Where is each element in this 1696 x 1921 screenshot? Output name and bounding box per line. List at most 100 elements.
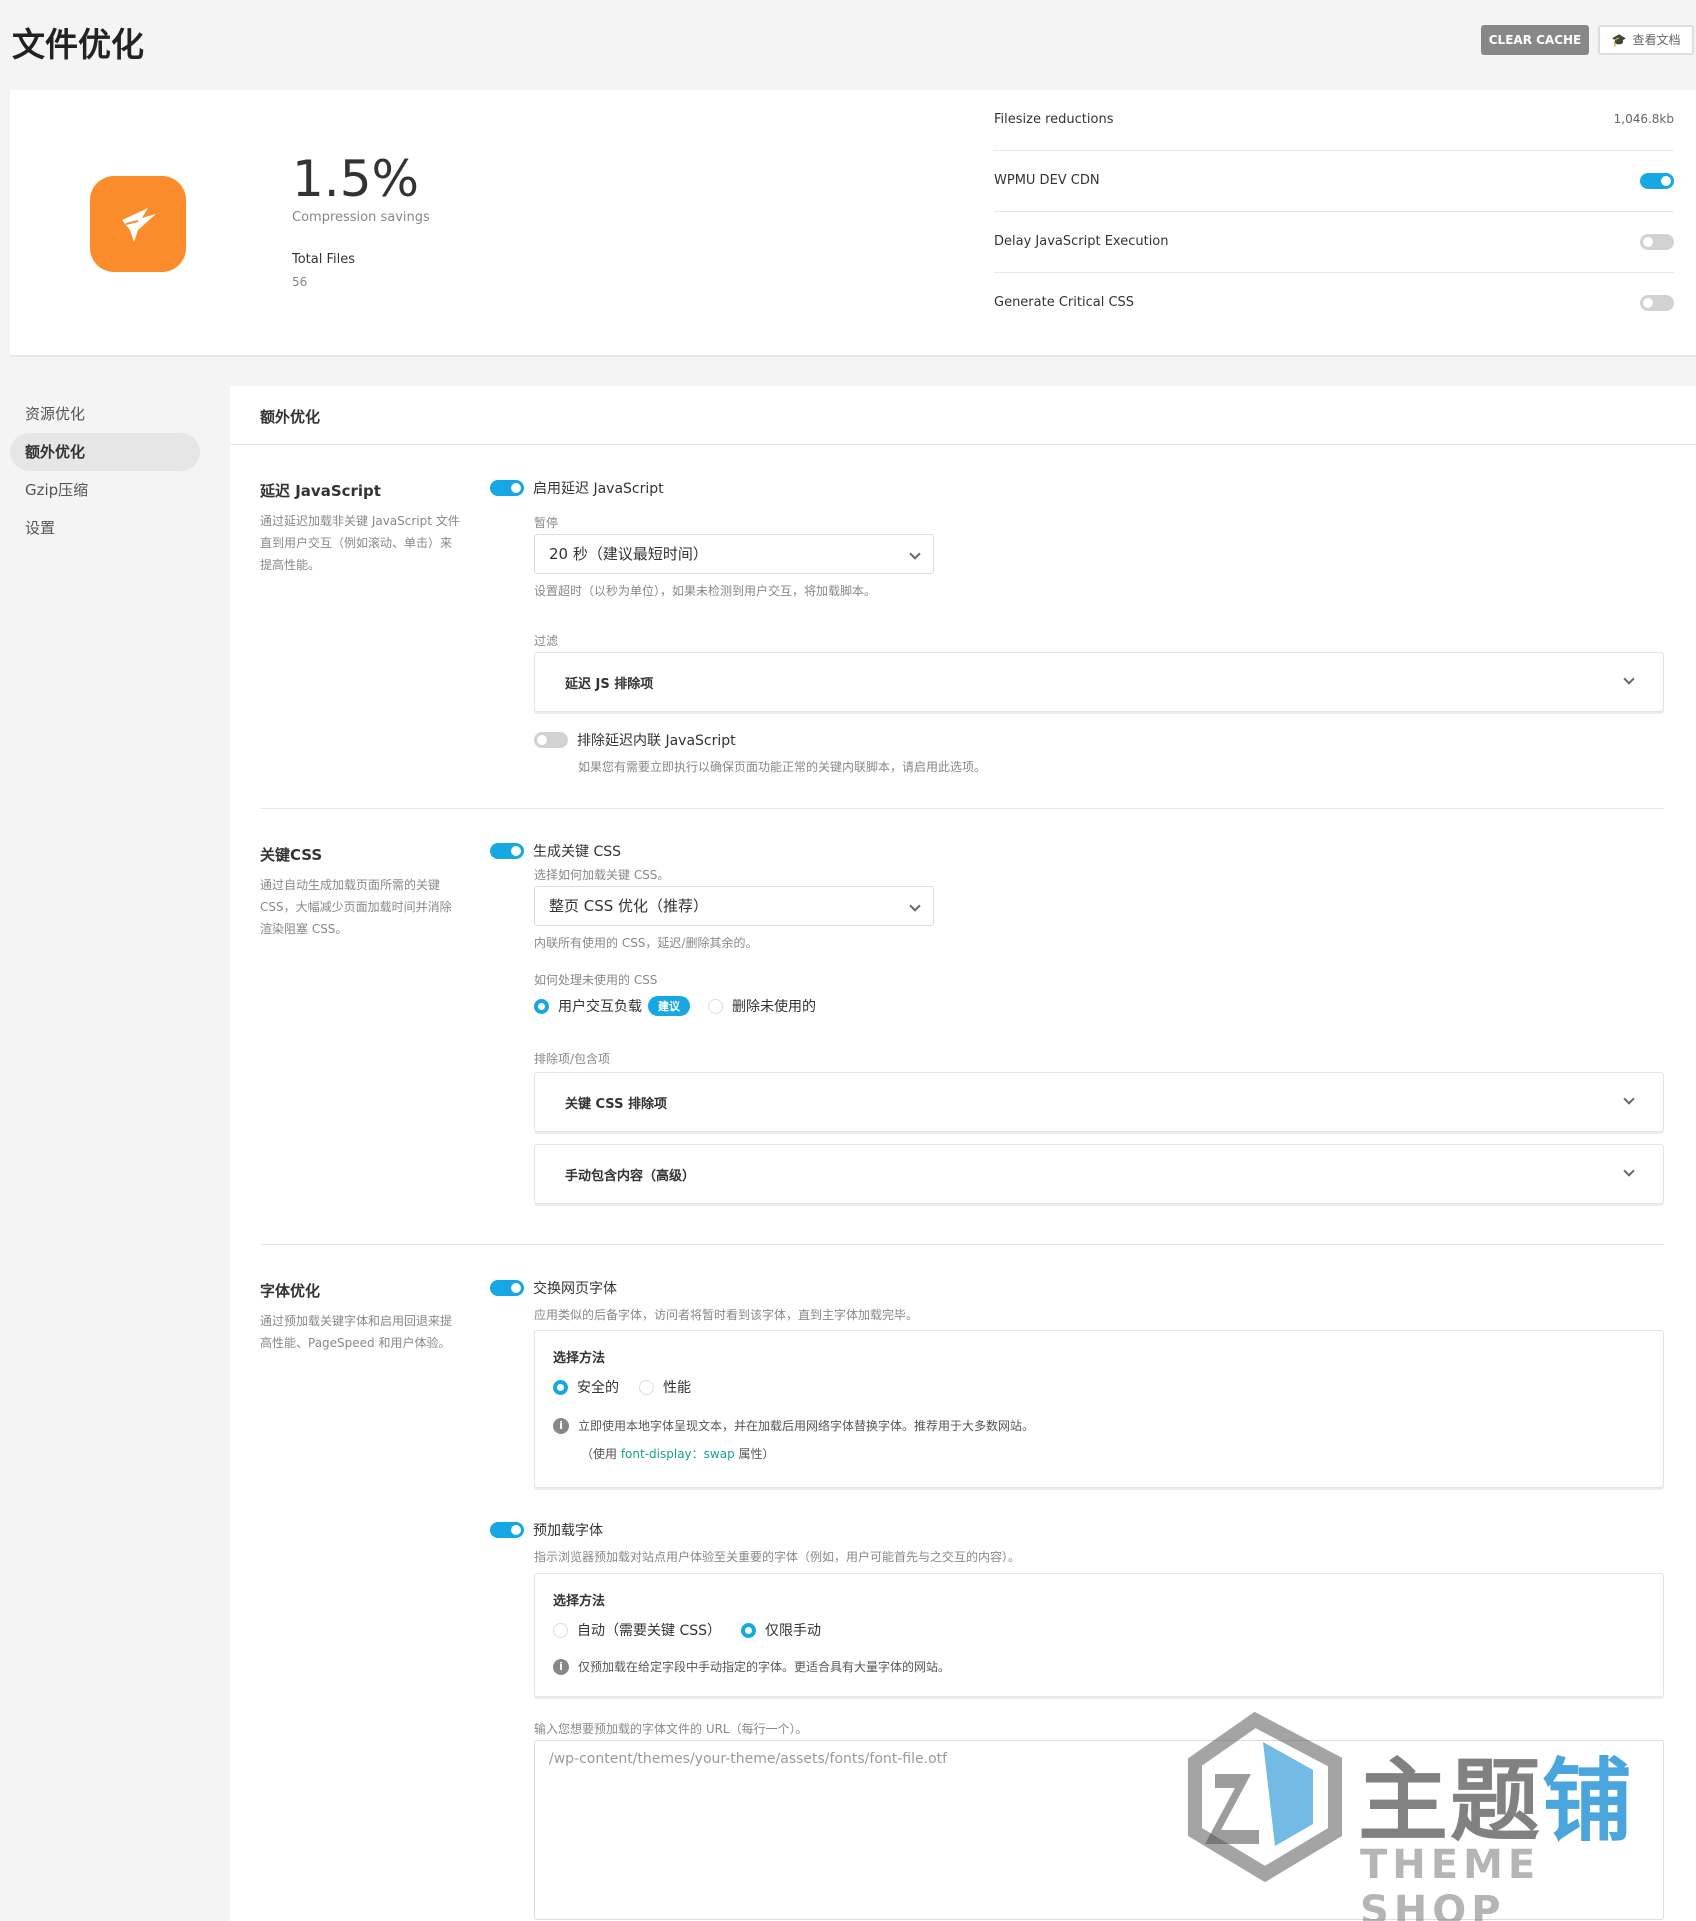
main-panel: 额外优化 延迟 JavaScript 通过延迟加载非关键 JavaScript …: [230, 386, 1696, 1921]
font-url-textarea[interactable]: /wp-content/themes/your-theme/assets/fon…: [534, 1740, 1664, 1920]
swap-info-code: font-display：swap: [620, 1447, 735, 1461]
filesize-value: 1,046.8kb: [1613, 112, 1674, 126]
divider: [260, 1244, 1664, 1245]
preload-method-heading: 选择方法: [553, 1594, 606, 1609]
recommended-badge: 建议: [648, 996, 690, 1016]
total-files-value: 56: [292, 275, 308, 289]
critical-css-toggle-row: 生成关键 CSS: [490, 841, 621, 861]
delay-js-title: 延迟 JavaScript: [260, 482, 381, 500]
cdn-label: WPMU DEV CDN: [994, 173, 1100, 188]
preload-method-radio-group: 自动（需要关键 CSS） 仅限手动: [553, 1620, 841, 1640]
delay-js-toggle-row: 启用延迟 JavaScript: [490, 478, 664, 498]
timeout-label: 暂停: [534, 516, 559, 530]
preload-info-row: i 仅预加载在给定字段中手动指定的字体。更适合具有大量字体的网站。: [553, 1658, 950, 1675]
unused-css-label: 如何处理未使用的 CSS: [534, 973, 658, 987]
radio-auto[interactable]: [553, 1622, 568, 1638]
manual-include-accordion[interactable]: 手动包含内容（高级）: [534, 1144, 1664, 1204]
accordion-label: 延迟 JS 排除项: [565, 677, 654, 692]
radio-remove-unused[interactable]: [708, 998, 723, 1014]
swap-fonts-toggle-label: 交换网页字体: [533, 1281, 617, 1297]
docs-button[interactable]: 🎓 查看文档: [1598, 25, 1694, 55]
unused-css-radio-group: 用户交互负载 建议 删除未使用的: [534, 996, 836, 1016]
summary-row-delay-js: Delay JavaScript Execution: [994, 212, 1674, 273]
compression-savings-label: Compression savings: [292, 210, 430, 225]
radio-manual-only-label: 仅限手动: [765, 1623, 821, 1639]
swap-fonts-toggle[interactable]: [490, 1280, 524, 1296]
radio-user-interaction-label: 用户交互负载: [558, 999, 642, 1015]
timeout-select[interactable]: 20 秒（建议最短时间）: [534, 534, 934, 574]
sidebar-item-gzip[interactable]: Gzip压缩: [10, 471, 200, 509]
delay-js-summary-toggle[interactable]: [1640, 234, 1674, 250]
swap-info-text: 立即使用本地字体呈现文本，并在加载后用网络字体替换字体。推荐用于大多数网站。: [578, 1419, 1035, 1433]
chevron-down-icon: [1623, 673, 1635, 685]
timeout-help: 设置超时（以秒为单位），如果未检测到用户交互，将加载脚本。: [534, 584, 877, 598]
hummingbird-logo-icon: [90, 176, 186, 272]
swap-info-prefix: （使用: [581, 1447, 621, 1461]
clear-cache-button[interactable]: CLEAR CACHE: [1481, 25, 1589, 55]
radio-auto-label: 自动（需要关键 CSS）: [577, 1623, 721, 1639]
graduation-cap-icon: 🎓: [1611, 33, 1627, 47]
delay-js-exclusions-accordion[interactable]: 延迟 JS 排除项: [534, 652, 1664, 712]
preload-fonts-toggle-row: 预加载字体: [490, 1520, 603, 1540]
delay-js-toggle[interactable]: [490, 480, 524, 496]
chevron-down-icon: [1623, 1165, 1635, 1177]
radio-safe-label: 安全的: [577, 1380, 619, 1396]
critical-css-title: 关键CSS: [260, 846, 323, 864]
fonts-desc: 通过预加载关键字体和启用回退来提高性能、PageSpeed 和用户体验。: [260, 1314, 453, 1350]
preload-fonts-toggle[interactable]: [490, 1522, 524, 1538]
sidebar-item-extra-optimization[interactable]: 额外优化: [10, 433, 200, 471]
info-icon: i: [553, 1417, 569, 1434]
exclusions-label: 排除项/包含项: [534, 1052, 611, 1066]
critical-css-select-help: 内联所有使用的 CSS，延迟/删除其余的。: [534, 936, 758, 950]
font-url-placeholder: /wp-content/themes/your-theme/assets/fon…: [549, 1751, 948, 1767]
radio-remove-unused-label: 删除未使用的: [732, 999, 816, 1015]
divider: [230, 444, 1696, 445]
critical-css-select[interactable]: 整页 CSS 优化（推荐）: [534, 886, 934, 926]
swap-fonts-help: 应用类似的后备字体，访问者将暂时看到该字体，直到主字体加载完毕。: [534, 1308, 919, 1322]
swap-info-code-line: （使用 font-display：swap 属性）: [581, 1445, 775, 1462]
radio-performance[interactable]: [639, 1379, 654, 1395]
inline-js-toggle-label: 排除延迟内联 JavaScript: [577, 733, 736, 749]
summary-row-cdn: WPMU DEV CDN: [994, 151, 1674, 212]
main-title: 额外优化: [260, 408, 321, 426]
filesize-label: Filesize reductions: [994, 112, 1114, 127]
fonts-title: 字体优化: [260, 1282, 321, 1300]
radio-manual-only[interactable]: [741, 1622, 756, 1638]
font-url-label: 输入您想要预加载的字体文件的 URL（每行一个）。: [534, 1722, 808, 1736]
chevron-down-icon: [909, 900, 921, 912]
cdn-toggle[interactable]: [1640, 173, 1674, 189]
sidebar-item-settings[interactable]: 设置: [10, 509, 200, 547]
critical-css-select-value: 整页 CSS 优化（推荐）: [549, 897, 709, 915]
swap-method-heading: 选择方法: [553, 1351, 606, 1366]
docs-button-label: 查看文档: [1632, 33, 1681, 47]
preload-fonts-help: 指示浏览器预加载对站点用户体验至关重要的字体（例如，用户可能首先与之交互的内容）…: [534, 1550, 1021, 1564]
chevron-down-icon: [909, 548, 921, 560]
inline-js-help: 如果您有需要立即执行以确保页面功能正常的关键内联脚本，请启用此选项。: [578, 760, 987, 774]
total-files-label: Total Files: [292, 252, 356, 267]
page-title: 文件优化: [12, 25, 144, 64]
critical-css-select-label: 选择如何加载关键 CSS。: [534, 868, 670, 882]
summary-row-filesize: Filesize reductions 1,046.8kb: [994, 90, 1674, 151]
swap-method-panel: 选择方法 安全的 性能 i 立即使用本地字体呈现文本，并在加载后用网络字体替换字…: [534, 1330, 1664, 1488]
page-header: 文件优化 CLEAR CACHE 🎓 查看文档: [0, 0, 1696, 90]
timeout-select-value: 20 秒（建议最短时间）: [549, 545, 708, 563]
accordion-label: 手动包含内容（高级）: [565, 1169, 696, 1184]
sidebar-nav: 资源优化 额外优化 Gzip压缩 设置: [10, 395, 200, 547]
preload-info-text: 仅预加载在给定字段中手动指定的字体。更适合具有大量字体的网站。: [578, 1660, 951, 1674]
swap-info-suffix: 属性）: [734, 1447, 775, 1461]
delay-js-desc: 通过延迟加载非关键 JavaScript 文件直到用户交互（例如滚动、单击）来提…: [260, 514, 460, 572]
delay-js-toggle-label: 启用延迟 JavaScript: [533, 481, 664, 497]
accordion-label: 关键 CSS 排除项: [565, 1097, 667, 1112]
filter-label: 过滤: [534, 634, 559, 648]
chevron-down-icon: [1623, 1093, 1635, 1105]
critical-css-toggle[interactable]: [490, 843, 524, 859]
preload-method-panel: 选择方法 自动（需要关键 CSS） 仅限手动 i 仅预加载在给定字段中手动指定的…: [534, 1573, 1664, 1697]
sidebar-item-asset-optimization[interactable]: 资源优化: [10, 395, 200, 433]
radio-safe[interactable]: [553, 1379, 568, 1395]
critical-css-summary-toggle[interactable]: [1640, 295, 1674, 311]
radio-user-interaction[interactable]: [534, 998, 549, 1014]
compression-savings-value: 1.5%: [292, 150, 420, 208]
inline-js-toggle[interactable]: [534, 732, 568, 748]
critical-css-exclusions-accordion[interactable]: 关键 CSS 排除项: [534, 1072, 1664, 1132]
swap-fonts-toggle-row: 交换网页字体: [490, 1278, 617, 1298]
